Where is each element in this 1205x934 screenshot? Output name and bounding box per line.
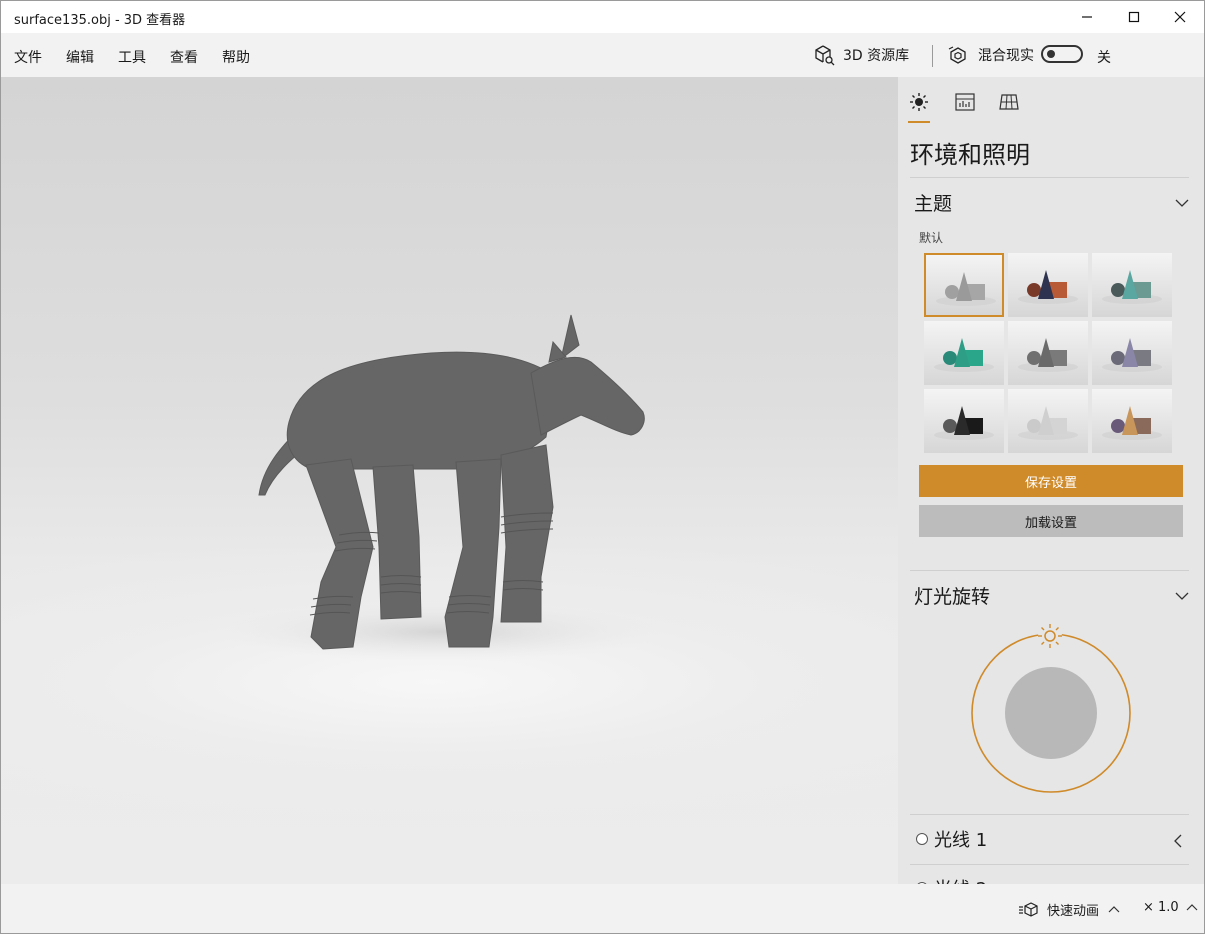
3d-viewport[interactable] — [1, 77, 898, 884]
light-1-row[interactable]: 光线 1 — [916, 827, 987, 851]
environment-panel: 环境和照明 主题 默认 保存设置 加载设置 灯光旋转 光线 1 — [898, 77, 1204, 884]
current-theme-label: 默认 — [919, 231, 944, 245]
tab-statistics[interactable] — [954, 91, 976, 113]
divider — [910, 177, 1189, 178]
menu-tools[interactable]: 工具 — [118, 47, 146, 67]
theme-tile[interactable] — [1092, 389, 1172, 453]
tab-indicator — [908, 121, 930, 123]
theme-tile[interactable] — [924, 389, 1004, 453]
quick-animation-button[interactable]: 快速动画 — [1019, 900, 1121, 919]
light-rotation-dial[interactable] — [968, 617, 1138, 797]
3d-library-button[interactable]: 3D 资源库 — [813, 44, 909, 66]
light-2-label: 光线 2 — [934, 875, 987, 884]
mixed-reality-toggle[interactable] — [1041, 45, 1083, 63]
3d-model[interactable] — [1, 77, 898, 884]
sun-icon — [910, 93, 928, 111]
maximize-icon — [1128, 11, 1140, 23]
speed-button[interactable]: × 1.0 — [1143, 900, 1199, 915]
minimize-button[interactable] — [1064, 1, 1110, 33]
divider — [910, 814, 1189, 815]
mixed-reality-icon — [948, 46, 966, 64]
close-icon — [1174, 11, 1186, 23]
theme-tile[interactable] — [1008, 389, 1088, 453]
theme-tile[interactable] — [924, 253, 1004, 317]
menu-edit[interactable]: 编辑 — [66, 47, 94, 67]
animation-cube-icon — [1019, 901, 1038, 917]
tab-grid[interactable] — [998, 91, 1020, 113]
menu-view[interactable]: 查看 — [170, 47, 198, 67]
mixed-reality-label: 混合现实 — [978, 48, 1034, 64]
menu-separator — [932, 45, 933, 67]
light-handle-sun-icon[interactable] — [1038, 624, 1062, 648]
theme-tile[interactable] — [1008, 253, 1088, 317]
theme-tile[interactable] — [924, 321, 1004, 385]
light-1-label: 光线 1 — [934, 830, 988, 851]
theme-tile[interactable] — [1092, 321, 1172, 385]
load-settings-button[interactable]: 加载设置 — [919, 505, 1183, 537]
light-2-row[interactable]: 光线 2 — [916, 876, 987, 884]
chevron-down-icon[interactable] — [1174, 588, 1190, 604]
light-1-radio[interactable] — [916, 833, 928, 845]
app-window: surface135.obj - 3D 查看器 文件 编辑 工具 查看 帮助 3… — [0, 0, 1205, 934]
minimize-icon — [1082, 16, 1092, 18]
stats-icon — [955, 93, 975, 111]
menu-help[interactable]: 帮助 — [222, 47, 250, 67]
toggle-knob — [1047, 50, 1055, 58]
chevron-up-icon — [1186, 903, 1198, 910]
mixed-reality-state: 关 — [1097, 50, 1111, 66]
menu-file[interactable]: 文件 — [14, 47, 42, 67]
quick-animation-label: 快速动画 — [1047, 904, 1100, 919]
status-bar: 快速动画 × 1.0 — [1, 884, 1204, 933]
chevron-up-icon — [1108, 905, 1120, 912]
chevron-down-icon[interactable] — [1174, 195, 1190, 211]
speed-value: × 1.0 — [1143, 900, 1179, 915]
chevron-left-icon[interactable] — [1170, 833, 1186, 849]
panel-title: 环境和照明 — [910, 141, 1030, 169]
theme-tile[interactable] — [1008, 321, 1088, 385]
mixed-reality-button[interactable]: 混合现实 — [948, 44, 1034, 66]
menu-bar: 文件 编辑 工具 查看 帮助 3D 资源库 混合现实 关 — [1, 33, 1204, 77]
theme-section-title[interactable]: 主题 — [914, 189, 952, 216]
maximize-button[interactable] — [1111, 1, 1157, 33]
tab-environment[interactable] — [908, 91, 930, 113]
title-bar: surface135.obj - 3D 查看器 — [1, 1, 1204, 33]
window-title: surface135.obj - 3D 查看器 — [14, 13, 186, 28]
cube-search-icon — [815, 45, 835, 66]
save-settings-button[interactable]: 保存设置 — [919, 465, 1183, 497]
theme-tile[interactable] — [1092, 253, 1172, 317]
divider — [910, 864, 1189, 865]
3d-library-label: 3D 资源库 — [843, 48, 910, 64]
close-button[interactable] — [1157, 1, 1203, 33]
grid-icon — [999, 94, 1019, 110]
light-rotation-section-title[interactable]: 灯光旋转 — [914, 582, 990, 609]
divider — [910, 570, 1189, 571]
